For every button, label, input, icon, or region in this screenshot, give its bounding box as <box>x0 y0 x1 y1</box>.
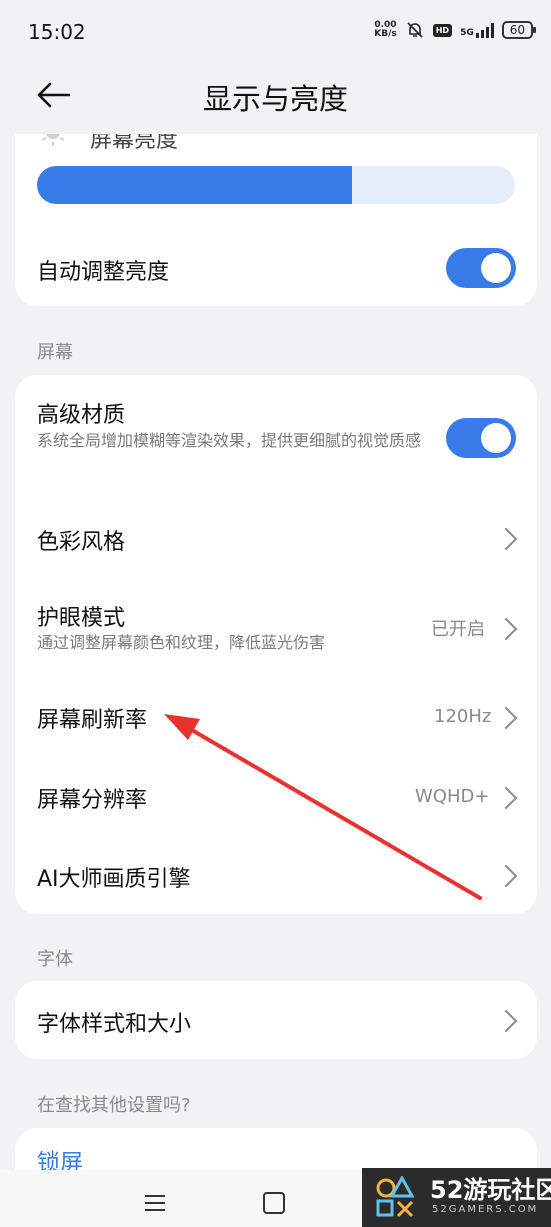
brightness-slider[interactable] <box>37 166 515 204</box>
sun-icon <box>41 134 65 146</box>
list-item-font-style[interactable]: 字体样式和大小 <box>15 981 537 1059</box>
watermark-url: 52GAMERS.COM <box>432 1204 539 1215</box>
chevron-right-icon <box>494 1009 518 1033</box>
row-label: AI大师画质引擎 <box>37 867 191 892</box>
chevron-right-icon <box>494 864 518 888</box>
chevron-right-icon <box>494 786 518 810</box>
row-label: 色彩风格 <box>37 530 126 555</box>
list-item-eye-care[interactable]: 护眼模式 通过调整屏幕颜色和纹理，降低蓝光伤害 已开启 <box>15 584 537 670</box>
row-label: 字体样式和大小 <box>37 1012 192 1037</box>
chevron-right-icon <box>494 706 518 730</box>
toggle-knob <box>481 423 511 453</box>
signal-icon: 5G <box>460 22 494 38</box>
list-item-resolution[interactable]: 屏幕分辨率 WQHD+ <box>15 760 537 836</box>
row-value: 已开启 <box>431 619 485 640</box>
gamepad-symbols-icon <box>376 1176 415 1218</box>
row-value: 120Hz <box>434 706 492 727</box>
watermark-logo: 52游玩社区 52GAMERS.COM <box>362 1168 551 1227</box>
status-icons: 0.00 KB/s HD 5G 60 <box>374 20 537 40</box>
brightness-label: 屏幕亮度 <box>90 134 179 153</box>
row-subtitle: 通过调整屏幕颜色和纹理，降低蓝光伤害 <box>37 633 326 652</box>
battery-indicator: 60 <box>501 21 537 39</box>
status-time: 15:02 <box>28 20 86 44</box>
list-item-ai-engine[interactable]: AI大师画质引擎 <box>15 838 537 914</box>
row-value: WQHD+ <box>415 786 490 807</box>
home-icon[interactable] <box>263 1192 285 1214</box>
auto-brightness-toggle[interactable] <box>446 248 516 288</box>
hd-badge: HD <box>432 23 453 37</box>
row-label: 护眼模式 <box>37 606 126 631</box>
row-label: 高级材质 <box>37 403 126 428</box>
list-item-refresh-rate[interactable]: 屏幕刷新率 120Hz <box>15 680 537 756</box>
list-item-advanced-material[interactable]: 高级材质 系统全局增加模糊等渲染效果，提供更细腻的视觉质感 <box>15 380 537 490</box>
chevron-right-icon <box>494 617 518 641</box>
auto-brightness-label: 自动调整亮度 <box>37 260 170 285</box>
row-label: 屏幕刷新率 <box>37 708 148 733</box>
section-label-more: 在查找其他设置吗? <box>37 1095 191 1116</box>
list-item-color-style[interactable]: 色彩风格 <box>15 500 537 576</box>
advanced-material-toggle[interactable] <box>446 418 516 458</box>
menu-icon[interactable] <box>144 1193 166 1213</box>
toggle-knob <box>481 253 511 283</box>
row-label: 屏幕分辨率 <box>37 788 148 813</box>
section-label-screen: 屏幕 <box>37 342 73 363</box>
chevron-right-icon <box>494 527 518 551</box>
row-subtitle: 系统全局增加模糊等渲染效果，提供更细腻的视觉质感 <box>37 431 422 450</box>
section-label-font: 字体 <box>37 949 73 970</box>
mute-bell-icon <box>407 22 423 38</box>
network-speed: 0.00 KB/s <box>374 20 397 39</box>
watermark-title: 52游玩社区 <box>430 1176 551 1204</box>
page-title: 显示与亮度 <box>202 82 348 116</box>
brightness-slider-fill <box>37 166 353 204</box>
